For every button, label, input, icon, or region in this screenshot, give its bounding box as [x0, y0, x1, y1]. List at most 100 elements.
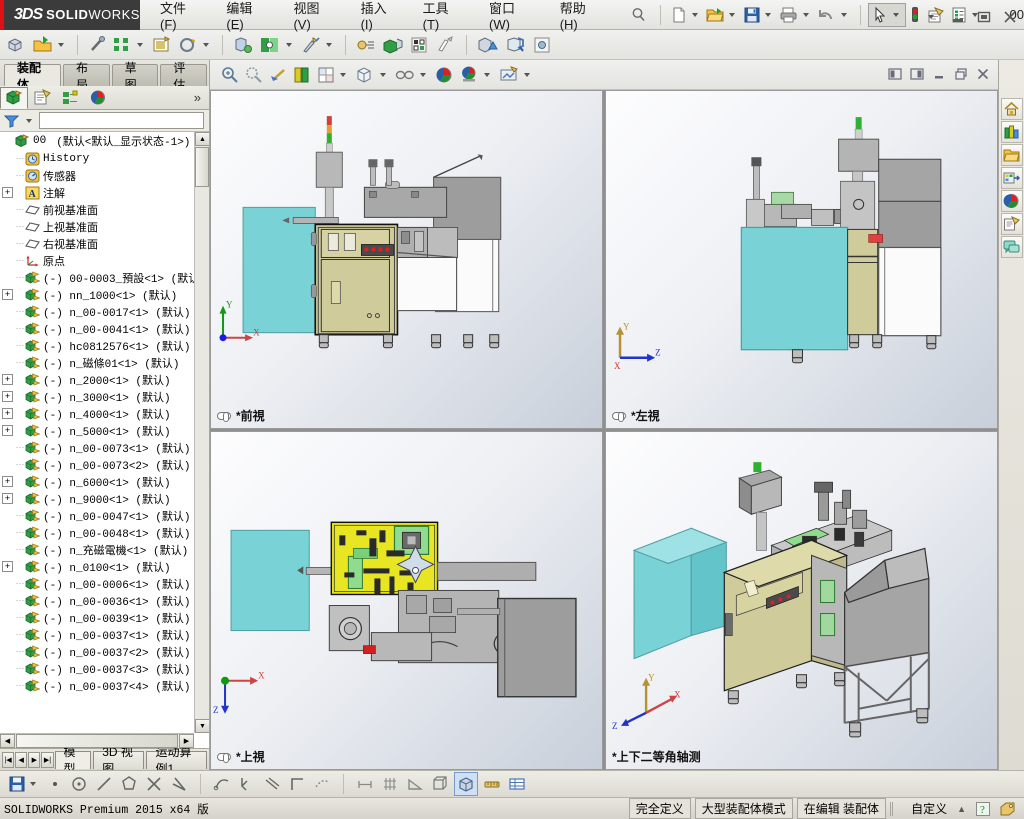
polygon-icon[interactable] [118, 772, 140, 796]
corner-icon[interactable] [286, 772, 308, 796]
chevron-down-icon[interactable] [484, 72, 490, 77]
menu-item-help[interactable]: 帮助(H) [558, 0, 606, 34]
bill-of-materials-icon[interactable] [353, 33, 379, 57]
chevron-down-icon[interactable] [340, 72, 346, 77]
tree-item[interactable]: ⋯ 传感器 [0, 167, 194, 184]
tag-icon[interactable] [1000, 802, 1016, 816]
tree-root-row[interactable]: 00 (默认<默认_显示状态-1>) [0, 132, 194, 150]
construction-geometry-icon[interactable] [311, 772, 333, 796]
open-document-icon[interactable] [704, 3, 741, 27]
chevron-down-icon[interactable] [802, 12, 809, 17]
tile-right-button[interactable] [910, 67, 926, 83]
chevron-down-icon[interactable] [30, 782, 36, 786]
reference-geometry-icon[interactable] [256, 33, 298, 57]
tree-item[interactable]: ⋯ 右视基准面 [0, 235, 194, 252]
nav-prev-button[interactable]: ◀ [15, 751, 28, 768]
menu-item-view[interactable]: 视图(V) [291, 0, 338, 34]
perpendicular-icon[interactable] [261, 772, 283, 796]
tree-item[interactable]: ⋯ (-) n_00-0037<2> (默认) [0, 643, 194, 660]
save-icon[interactable] [741, 3, 777, 27]
tree-item[interactable]: ⋯ (-) n_00-0037<3> (默认) [0, 660, 194, 677]
minimize-button[interactable] [950, 9, 966, 25]
hide-show-items-icon[interactable] [392, 63, 432, 87]
menu-item-insert[interactable]: 插入(I) [359, 0, 401, 34]
tree-item[interactable]: + (-) n_2000<1> (默认) [0, 371, 194, 388]
chevron-down-icon[interactable] [840, 12, 847, 17]
tree-item[interactable]: ⋯ History [0, 150, 194, 167]
table-icon[interactable] [506, 772, 528, 796]
scroll-left-button[interactable]: ◀ [0, 734, 15, 748]
measure-triangle-icon[interactable] [404, 772, 426, 796]
tree-item[interactable]: ⋯ (-) n_磁條01<1> (默认) [0, 354, 194, 371]
tree-expand-toggle[interactable]: + [2, 187, 13, 198]
nav-last-button[interactable]: ▶| [41, 751, 54, 768]
scroll-thumb[interactable] [195, 147, 209, 187]
tree-item[interactable]: ⋯ (-) 00-0003_預設<1> (默认) [0, 269, 194, 286]
appearances-scenes-icon[interactable] [1000, 190, 1023, 212]
save-icon[interactable] [6, 772, 42, 796]
tree-item[interactable]: ⋯ 上视基准面 [0, 218, 194, 235]
chevron-down-icon[interactable] [764, 12, 771, 17]
tree-item[interactable]: + (-) n_4000<1> (默认) [0, 405, 194, 422]
box-wireframe-icon[interactable] [429, 772, 451, 796]
tree-item[interactable]: ⋯ (-) n_00-0036<1> (默认) [0, 592, 194, 609]
close-button[interactable] [1002, 9, 1018, 25]
view-orientation-icon[interactable] [314, 63, 352, 87]
viewport-dimetric[interactable]: Y X Z *上下二等角轴测 [605, 431, 998, 770]
chevron-down-icon[interactable] [380, 72, 386, 77]
smart-fasteners-icon[interactable] [149, 33, 175, 57]
clearance-verification-icon[interactable] [502, 33, 530, 57]
tree-item[interactable]: ⋯ (-) n_00-0006<1> (默认) [0, 575, 194, 592]
zoom-to-area-icon[interactable] [242, 63, 266, 87]
assembly-features-icon[interactable] [230, 33, 256, 57]
new-motion-study-icon[interactable] [298, 33, 338, 57]
angle-icon[interactable] [168, 772, 190, 796]
tree-expand-toggle[interactable]: + [2, 391, 13, 402]
chevron-down-icon[interactable] [26, 118, 32, 123]
tree-item[interactable]: ⋯ (-) n_00-0037<1> (默认) [0, 626, 194, 643]
doc-tab-3dviews[interactable]: 3D 视图 [93, 745, 145, 776]
scroll-up-button[interactable]: ▲ [195, 132, 209, 146]
tree-horizontal-scrollbar[interactable]: ◀ ▶ [0, 733, 194, 748]
shaded-box-icon[interactable] [454, 772, 478, 796]
measure-icon[interactable] [481, 772, 503, 796]
close-doc-button[interactable] [976, 67, 992, 83]
viewport-top[interactable]: Z X *上視 [210, 431, 603, 770]
menu-item-window[interactable]: 窗口(W) [487, 0, 538, 34]
tree-item[interactable]: ⋯ (-) n_00-0073<1> (默认) [0, 439, 194, 456]
undo-icon[interactable] [815, 3, 853, 27]
insert-components-icon[interactable] [4, 33, 30, 57]
tree-expand-toggle[interactable]: + [2, 493, 13, 504]
nav-first-button[interactable]: |◀ [2, 751, 15, 768]
menu-item-tools[interactable]: 工具(T) [421, 0, 467, 34]
chevron-down-icon[interactable] [137, 42, 143, 47]
tree-item[interactable]: ⋯ 前视基准面 [0, 201, 194, 218]
expand-panel-icon[interactable]: » [194, 90, 201, 105]
tile-left-button[interactable] [888, 67, 904, 83]
solidworks-resources-icon[interactable] [1000, 98, 1023, 120]
explode-line-sketch-icon[interactable] [407, 33, 433, 57]
tab-layout[interactable]: 布局 [63, 61, 110, 92]
view-palette-icon[interactable] [1000, 167, 1023, 189]
chevron-down-icon[interactable] [326, 42, 332, 47]
tab-sketch[interactable]: 草图 [111, 61, 159, 92]
chevron-down-icon[interactable] [892, 12, 899, 17]
tree-vertical-scrollbar[interactable]: ▲ ▼ [194, 132, 209, 733]
tree-item[interactable]: ⋯ (-) hc0812576<1> (默认) [0, 337, 194, 354]
point-icon[interactable] [45, 772, 65, 796]
tree-item[interactable]: ⋯ (-) n_00-0039<1> (默认) [0, 609, 194, 626]
view-settings-icon[interactable] [496, 63, 536, 87]
tree-expand-toggle[interactable]: + [2, 289, 13, 300]
spline-icon[interactable] [211, 772, 233, 796]
move-component-icon[interactable] [175, 33, 215, 57]
tree-item[interactable]: ⋯ (-) n_充磁電機<1> (默认) [0, 541, 194, 558]
tree-item[interactable]: + (-) n_6000<1> (默认) [0, 473, 194, 490]
chevron-down-icon[interactable] [420, 72, 426, 77]
tree-item[interactable]: ⋯ (-) n_00-0041<1> (默认) [0, 320, 194, 337]
tree-expand-toggle[interactable]: + [2, 374, 13, 385]
mate-icon[interactable] [85, 33, 109, 57]
nav-next-button[interactable]: ▶ [28, 751, 41, 768]
chevron-down-icon[interactable] [928, 15, 934, 19]
scroll-thumb-h[interactable] [16, 734, 178, 748]
apply-scene-icon[interactable] [456, 63, 496, 87]
